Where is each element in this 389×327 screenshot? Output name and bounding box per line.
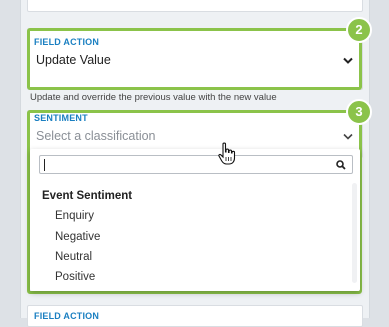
step-badge-2: 2 (346, 17, 372, 43)
search-icon (336, 160, 346, 170)
option-positive[interactable]: Positive (55, 271, 95, 283)
sentiment-select[interactable]: Select a classification (32, 126, 358, 146)
dropdown-scrollbar[interactable] (352, 183, 357, 283)
field-action-helper-text: Update and override the previous value w… (30, 92, 277, 103)
field-action-value: Update Value (36, 53, 111, 67)
step-badge-3: 3 (346, 99, 372, 125)
sentiment-dropdown: Event Sentiment Enquiry Negative Neutral… (30, 149, 360, 291)
option-negative[interactable]: Negative (55, 231, 100, 243)
sentiment-label: SENTIMENT (34, 113, 88, 123)
sentiment-placeholder: Select a classification (36, 129, 156, 143)
option-group-title: Event Sentiment (42, 190, 133, 202)
chevron-down-icon (343, 57, 353, 64)
previous-card (27, 0, 363, 12)
text-caret (44, 159, 45, 171)
option-neutral[interactable]: Neutral (55, 251, 92, 263)
dropdown-search-input[interactable] (39, 155, 353, 174)
field-action-label-2: FIELD ACTION (34, 311, 100, 321)
option-enquiry[interactable]: Enquiry (55, 210, 94, 222)
hand-pointer-icon (218, 142, 236, 165)
field-action-select[interactable]: Update Value (32, 50, 358, 72)
chevron-down-icon (343, 133, 353, 140)
field-action-label: FIELD ACTION (34, 37, 100, 47)
